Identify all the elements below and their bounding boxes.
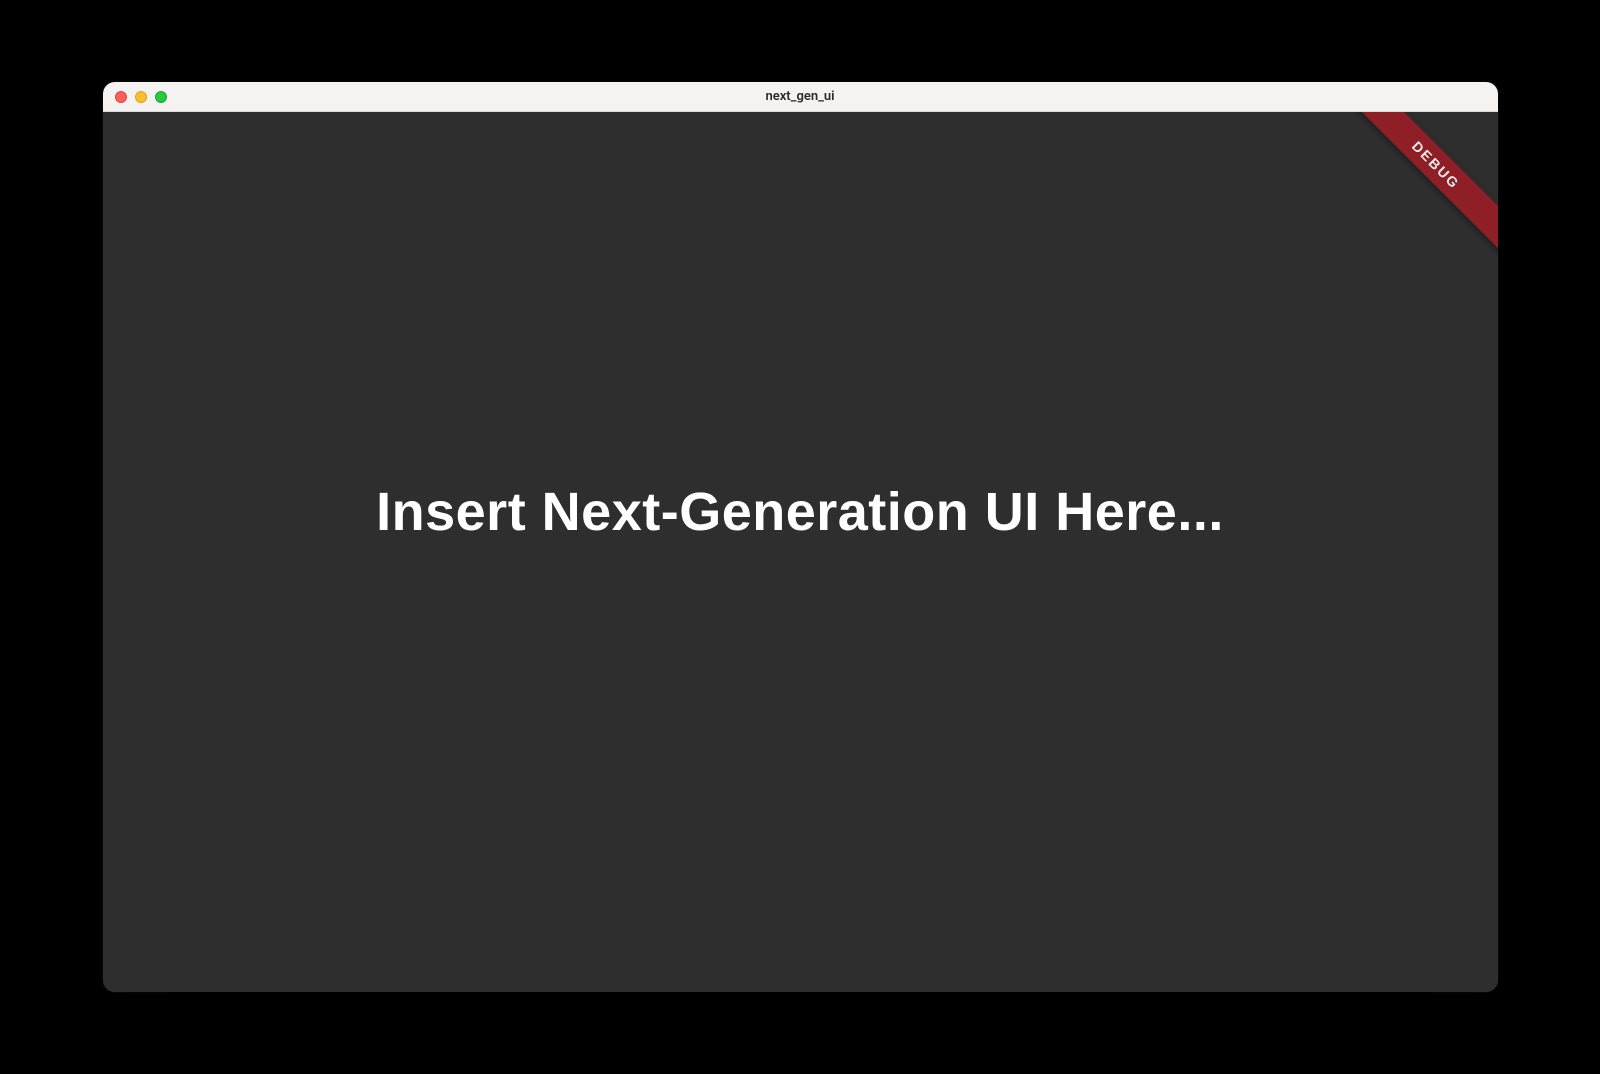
fullscreen-window-button[interactable] bbox=[155, 91, 167, 103]
close-window-button[interactable] bbox=[115, 91, 127, 103]
window-title: next_gen_ui bbox=[103, 89, 1498, 104]
minimize-window-button[interactable] bbox=[135, 91, 147, 103]
placeholder-headline: Insert Next-Generation UI Here... bbox=[376, 481, 1224, 543]
app-window: next_gen_ui Insert Next-Generation UI He… bbox=[103, 82, 1498, 992]
titlebar: next_gen_ui bbox=[103, 82, 1498, 112]
app-content: Insert Next-Generation UI Here... DEBUG bbox=[103, 112, 1498, 992]
debug-banner: DEBUG bbox=[1308, 112, 1498, 302]
window-controls bbox=[103, 91, 167, 103]
debug-banner-label: DEBUG bbox=[1333, 112, 1498, 268]
